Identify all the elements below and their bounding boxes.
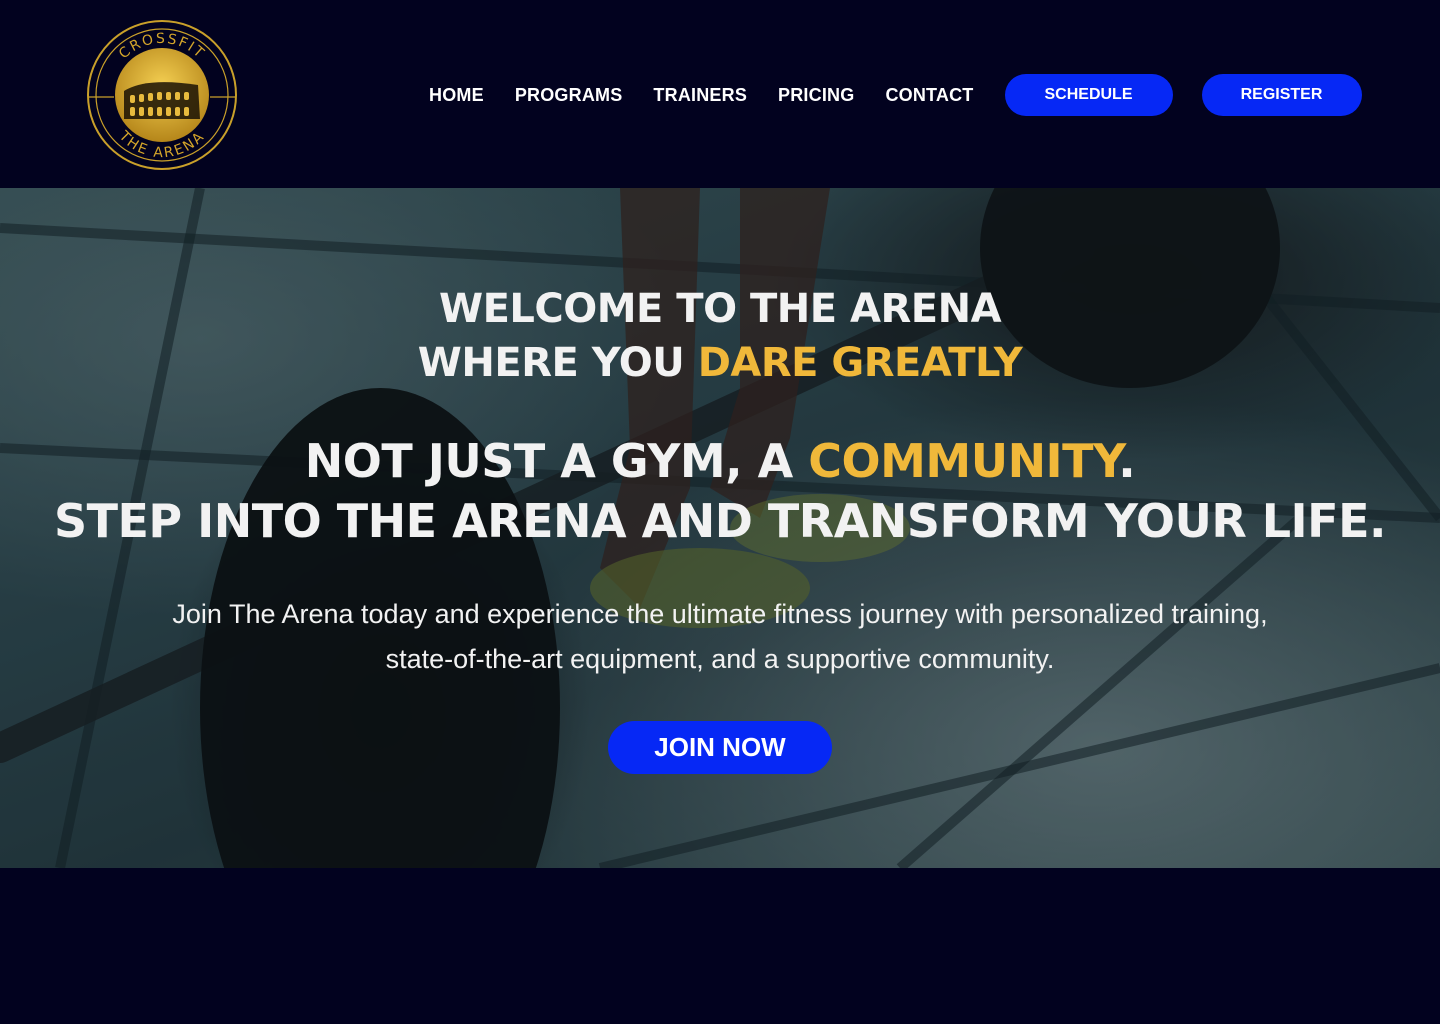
hero-tagline-accent: COMMUNITY xyxy=(808,434,1119,488)
crossfit-arena-logo[interactable]: CROSSFIT THE ARENA xyxy=(86,19,238,171)
page-footer-area xyxy=(0,868,1440,1024)
hero-title-accent: DARE GREATLY xyxy=(697,340,1023,386)
schedule-button[interactable]: SCHEDULE xyxy=(1004,74,1173,116)
nav-contact[interactable]: CONTACT xyxy=(885,85,973,106)
hero-tagline-line-2: STEP INTO THE ARENA AND TRANSFORM YOUR L… xyxy=(53,494,1387,548)
register-button[interactable]: REGISTER xyxy=(1201,74,1362,116)
hero-tagline-line-1: NOT JUST A GYM, A COMMUNITY. xyxy=(0,434,1440,488)
site-header: CROSSFIT THE ARENA HOME PROGRAMS TRAINER… xyxy=(0,0,1440,188)
main-nav: HOME PROGRAMS TRAINERS PRICING CONTACT S… xyxy=(429,74,1362,116)
nav-programs[interactable]: PROGRAMS xyxy=(515,85,623,106)
hero-content: WELCOME TO THE ARENA WHERE YOU DARE GREA… xyxy=(0,188,1440,868)
hero-title-line-1: WELCOME TO THE ARENA xyxy=(438,286,1002,332)
hero-title-line-2-prefix: WHERE YOU xyxy=(417,340,698,386)
nav-home[interactable]: HOME xyxy=(429,85,484,106)
join-now-button[interactable]: JOIN NOW xyxy=(608,721,832,774)
hero-tagline-suffix: . xyxy=(1118,434,1136,488)
hero-description: Join The Arena today and experience the … xyxy=(172,599,1268,674)
hero-section: WELCOME TO THE ARENA WHERE YOU DARE GREA… xyxy=(0,188,1440,868)
nav-pricing[interactable]: PRICING xyxy=(778,85,854,106)
nav-trainers[interactable]: TRAINERS xyxy=(653,85,747,106)
hero-title-line-2: WHERE YOU DARE GREATLY xyxy=(0,340,1440,386)
hero-tagline-prefix: NOT JUST A GYM, A xyxy=(304,434,809,488)
colosseum-icon: CROSSFIT THE ARENA xyxy=(87,20,237,170)
